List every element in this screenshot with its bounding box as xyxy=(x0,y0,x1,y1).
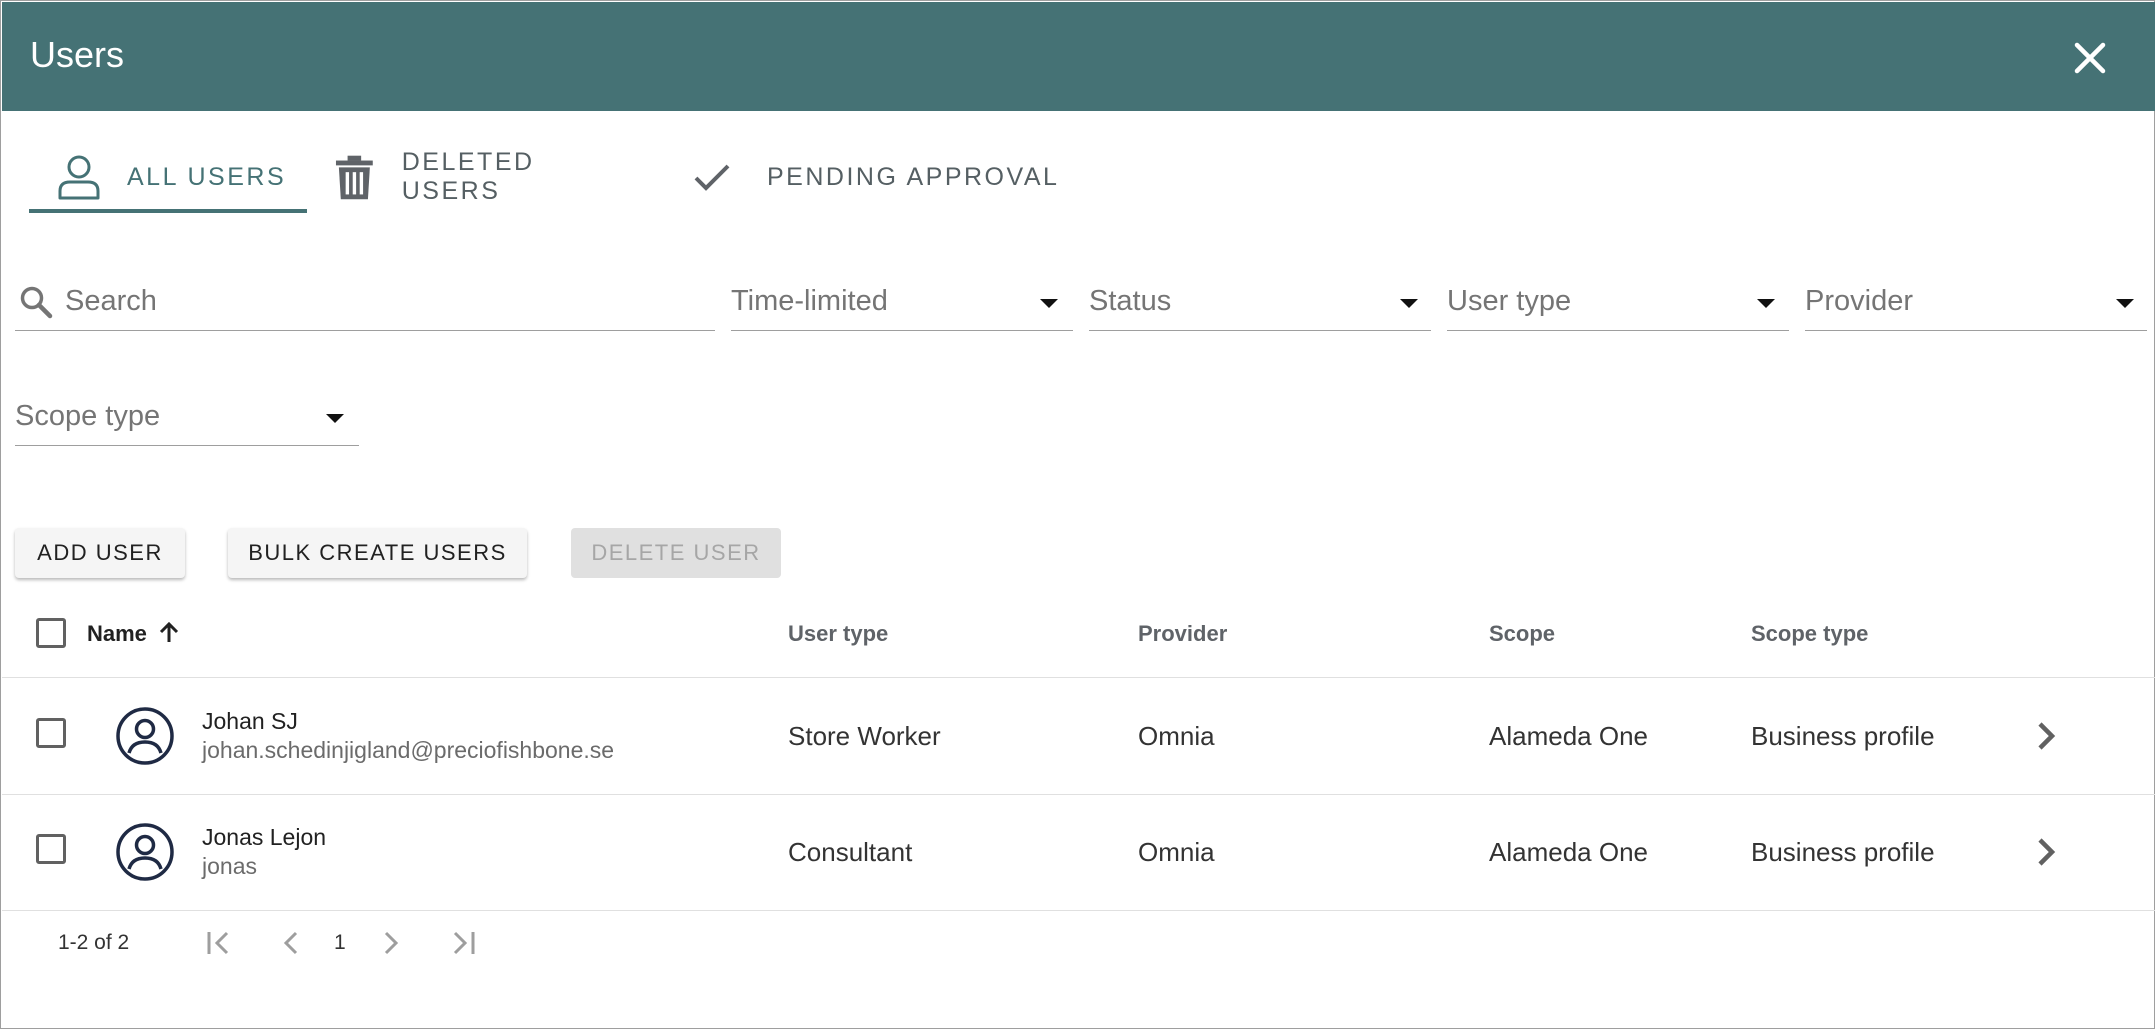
select-all-checkbox[interactable] xyxy=(36,618,66,648)
user-type-cell: Store Worker xyxy=(788,721,941,751)
pagination-range: 1-2 of 2 xyxy=(58,931,130,954)
tab-all-users-label: ALL USERS xyxy=(127,162,287,191)
user-avatar-icon xyxy=(116,707,174,765)
user-type-select[interactable]: User type xyxy=(1447,273,1789,331)
next-page-button[interactable] xyxy=(371,923,411,963)
column-header-scope-type[interactable]: Scope type xyxy=(1751,621,1868,647)
delete-user-button: DELETE USER xyxy=(571,528,781,578)
active-tab-indicator xyxy=(29,209,307,213)
close-icon xyxy=(2074,42,2106,74)
user-avatar-icon xyxy=(116,823,174,881)
caret-down-icon xyxy=(2116,299,2134,308)
dialog-header: Users xyxy=(2,2,2155,111)
tab-deleted-users-label: DELETED USERS xyxy=(401,148,535,205)
provider-cell: Omnia xyxy=(1138,837,1215,867)
tab-pending-approval-label: PENDING APPROVAL xyxy=(767,162,1060,191)
last-page-button[interactable] xyxy=(443,923,483,963)
users-dialog: Users ALL USERS DELETED USERS PENDING AP… xyxy=(0,0,2155,1029)
provider-select[interactable]: Provider xyxy=(1805,273,2147,331)
user-name: Jonas Lejon xyxy=(202,824,327,850)
row-divider xyxy=(2,910,2155,911)
column-name-label: Name xyxy=(87,621,147,646)
user-email: jonas xyxy=(202,853,257,879)
scope-cell: Alameda One xyxy=(1489,837,1648,867)
dialog-title: Users xyxy=(30,34,125,75)
chevron-right-icon xyxy=(384,931,399,955)
column-header-name[interactable]: Name xyxy=(87,621,181,647)
user-type-label: User type xyxy=(1447,285,1572,317)
check-icon xyxy=(694,164,730,191)
caret-down-icon xyxy=(1040,299,1058,308)
caret-down-icon xyxy=(1757,299,1775,308)
column-header-user-type[interactable]: User type xyxy=(788,621,888,647)
status-label: Status xyxy=(1089,285,1172,317)
user-name: Johan SJ xyxy=(202,708,298,734)
time-limited-label: Time-limited xyxy=(731,285,888,317)
tab-deleted-users[interactable]: DELETED USERS xyxy=(335,141,635,213)
user-email: johan.schedinjigland@preciofishbone.se xyxy=(202,737,615,763)
search-field[interactable] xyxy=(15,273,715,331)
chevron-right-icon[interactable] xyxy=(2026,832,2066,872)
trash-icon xyxy=(335,155,373,200)
arrow-up-icon xyxy=(159,621,179,642)
row-checkbox[interactable] xyxy=(36,834,66,864)
scope-type-cell: Business profile xyxy=(1751,837,1935,867)
column-header-scope[interactable]: Scope xyxy=(1489,621,1555,647)
first-page-icon xyxy=(207,931,229,955)
close-button[interactable] xyxy=(2064,32,2116,84)
scope-type-label: Scope type xyxy=(15,400,161,432)
row-divider xyxy=(2,794,2155,795)
first-page-button[interactable] xyxy=(199,923,239,963)
tab-all-users[interactable]: ALL USERS xyxy=(29,141,307,213)
search-icon xyxy=(20,286,53,319)
time-limited-select[interactable]: Time-limited xyxy=(731,273,1073,331)
status-select[interactable]: Status xyxy=(1089,273,1431,331)
tab-pending-approval[interactable]: PENDING APPROVAL xyxy=(693,141,1073,213)
provider-cell: Omnia xyxy=(1138,721,1215,751)
caret-down-icon xyxy=(1400,299,1418,308)
header-divider xyxy=(2,677,2155,678)
caret-down-icon xyxy=(326,414,344,423)
chevron-right-icon[interactable] xyxy=(2026,716,2066,756)
bulk-create-users-button[interactable]: BULK CREATE USERS xyxy=(228,528,527,578)
person-outline-icon xyxy=(58,155,100,200)
chevron-left-icon xyxy=(283,931,298,955)
column-header-provider[interactable]: Provider xyxy=(1138,621,1227,647)
scope-type-cell: Business profile xyxy=(1751,721,1935,751)
provider-label: Provider xyxy=(1805,285,1913,317)
scope-type-select[interactable]: Scope type xyxy=(15,388,359,446)
last-page-icon xyxy=(453,931,475,955)
scope-cell: Alameda One xyxy=(1489,721,1648,751)
search-input[interactable] xyxy=(65,281,705,321)
previous-page-button[interactable] xyxy=(271,923,311,963)
add-user-button[interactable]: ADD USER xyxy=(15,528,185,578)
user-type-cell: Consultant xyxy=(788,837,913,867)
row-checkbox[interactable] xyxy=(36,718,66,748)
current-page-number[interactable]: 1 xyxy=(334,931,346,955)
